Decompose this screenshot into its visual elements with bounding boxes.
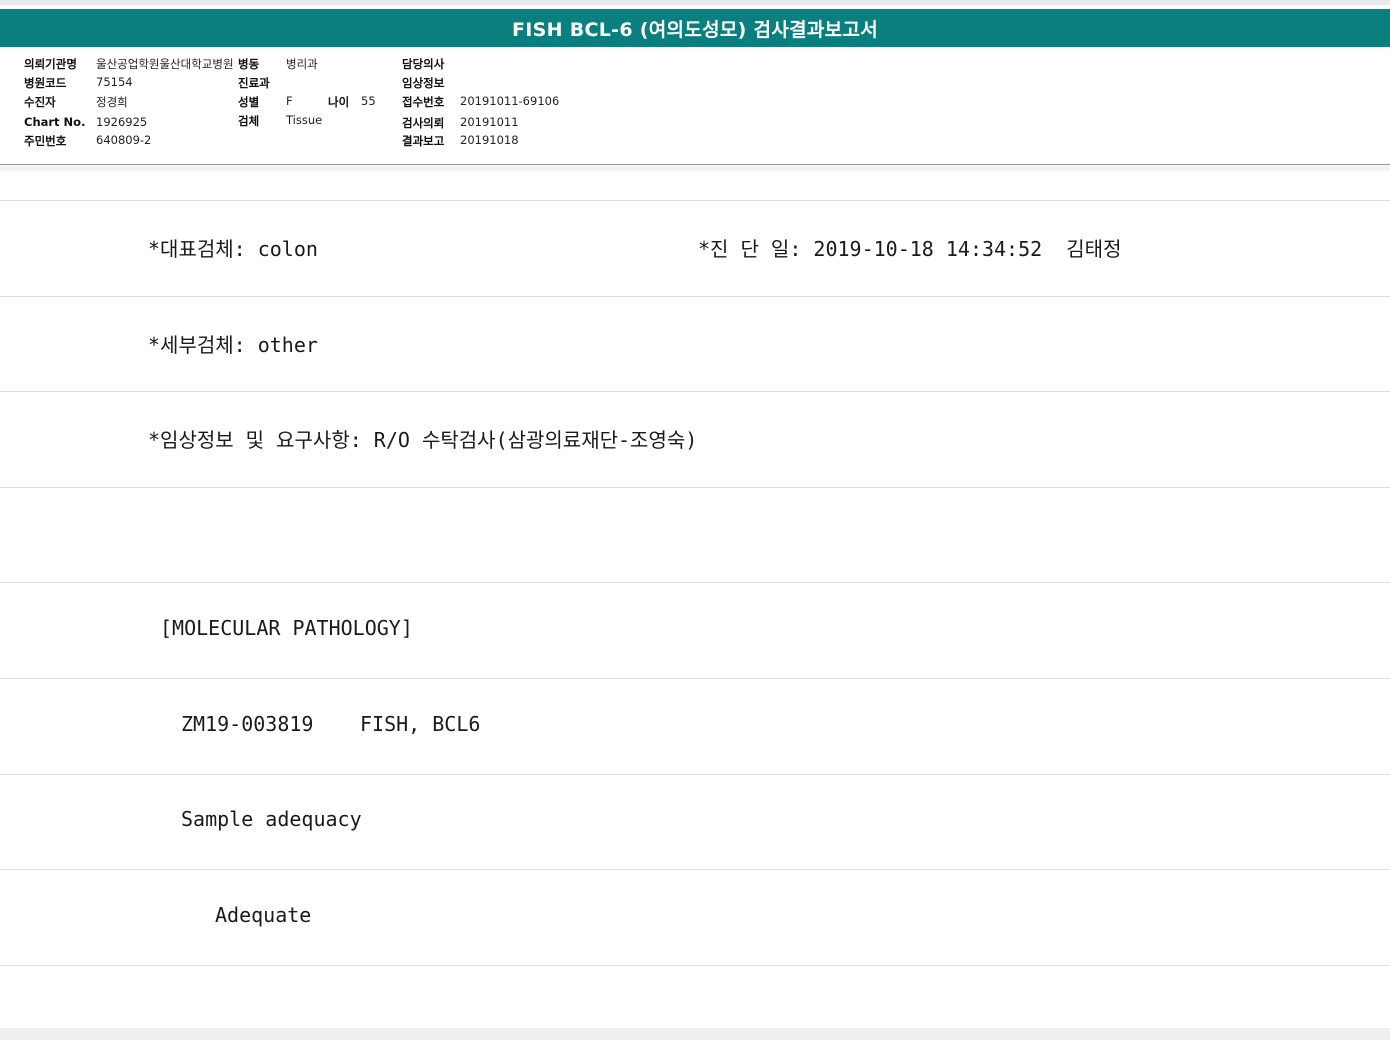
report-title: FISH BCL-6 (여의도성모) 검사결과보고서 <box>511 18 879 41</box>
patient-value: 정경희 <box>96 95 128 109</box>
rule-line <box>0 869 1390 870</box>
sub-specimen: *세부검체: other <box>148 333 318 357</box>
sex-label: 성별 <box>238 95 260 109</box>
header-separator <box>0 165 1390 171</box>
test-id: ZM19-003819 <box>181 712 314 736</box>
request-value: 20191011 <box>460 115 519 129</box>
section-heading: [MOLECULAR PATHOLOGY] <box>160 616 413 640</box>
rule-line <box>0 582 1390 583</box>
test-name: FISH, BCL6 <box>360 712 481 736</box>
clinical-info-label: 임상정보 <box>402 76 445 90</box>
hospital-code-value: 75154 <box>96 75 133 89</box>
bottom-strip <box>0 1028 1390 1040</box>
adequacy-label: Sample adequacy <box>181 807 362 831</box>
report-title-bar: FISH BCL-6 (여의도성모) 검사결과보고서 <box>0 9 1390 47</box>
age-value: 55 <box>361 94 376 108</box>
resident-label: 주민번호 <box>24 134 67 148</box>
department-label: 진료과 <box>238 76 270 90</box>
resident-value: 640809-2 <box>96 133 152 147</box>
attending-label: 담당의사 <box>402 57 445 71</box>
rule-line <box>0 296 1390 297</box>
ward-label: 병동 <box>238 57 260 71</box>
clinical-request: *임상정보 및 요구사항: R/O 수탁검사(삼광의료재단-조영숙) <box>148 428 698 452</box>
age-label: 나이 <box>328 95 350 109</box>
report-value: 20191018 <box>460 133 519 147</box>
rule-line <box>0 200 1390 201</box>
patient-header: 의뢰기관명 울산공업학원울산대학교병원 병동 병리과 담당의사 병원코드 751… <box>0 48 1390 165</box>
receipt-value: 20191011-69106 <box>460 94 560 108</box>
top-strip <box>0 0 1390 5</box>
rule-line <box>0 965 1390 966</box>
receipt-label: 접수번호 <box>402 95 445 109</box>
patient-label: 수진자 <box>24 95 56 109</box>
chart-value: 1926925 <box>96 115 148 129</box>
report-label: 결과보고 <box>402 134 445 148</box>
diagnosis-date: *진 단 일: 2019-10-18 14:34:52 김태정 <box>698 237 1122 261</box>
institution-label: 의뢰기관명 <box>24 57 77 71</box>
rule-line <box>0 774 1390 775</box>
adequacy-value: Adequate <box>215 903 312 927</box>
hospital-code-label: 병원코드 <box>24 76 67 90</box>
representative-specimen: *대표검체: colon <box>148 237 318 261</box>
chart-label: Chart No. <box>24 115 86 129</box>
rule-line <box>0 678 1390 679</box>
rule-line <box>0 487 1390 488</box>
specimen-value: Tissue <box>286 113 323 127</box>
sex-value: F <box>286 94 293 108</box>
ward-value: 병리과 <box>286 57 318 71</box>
institution-value: 울산공업학원울산대학교병원 <box>96 57 234 71</box>
request-label: 검사의뢰 <box>402 116 445 130</box>
specimen-label: 검체 <box>238 114 260 128</box>
rule-line <box>0 391 1390 392</box>
